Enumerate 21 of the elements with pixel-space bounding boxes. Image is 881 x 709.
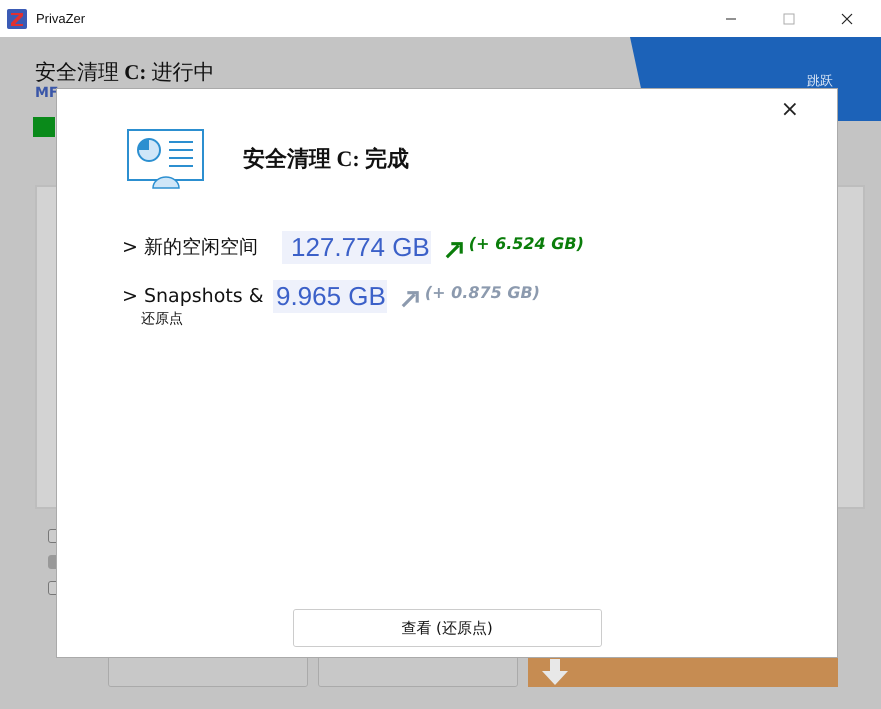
dialog-title: 安全清理 C: 完成 bbox=[243, 145, 410, 173]
skip-link[interactable]: 跳跃 bbox=[807, 72, 833, 90]
arrow-up-right-icon bbox=[444, 241, 463, 259]
stat-value: 127.774 GB bbox=[282, 231, 431, 264]
close-button[interactable]: × bbox=[780, 97, 799, 122]
scan-title: 安全清理 C: 进行中 bbox=[34, 59, 215, 86]
close-icon[interactable] bbox=[841, 12, 853, 24]
arrow-up-right-icon bbox=[400, 290, 419, 308]
view-button[interactable]: 查看 (还原点) bbox=[292, 609, 602, 647]
stat-value: 9.965 GB bbox=[273, 280, 387, 313]
app-logo-icon bbox=[7, 8, 27, 28]
stat-delta: (+ 0.875 GB) bbox=[424, 282, 540, 304]
scan-subtitle: MF bbox=[34, 86, 58, 100]
stat-sublabel: 还原点 bbox=[140, 312, 184, 326]
stat-label: > Snapshots & bbox=[122, 284, 265, 309]
stat-delta: (+ 6.524 GB) bbox=[468, 233, 584, 255]
window-title: PrivaZer bbox=[36, 11, 86, 26]
maximize-icon[interactable] bbox=[783, 12, 795, 24]
stat-label: > 新的空闲空间 bbox=[122, 235, 259, 260]
download-icon bbox=[542, 659, 568, 685]
monitor-chart-icon bbox=[127, 129, 205, 189]
